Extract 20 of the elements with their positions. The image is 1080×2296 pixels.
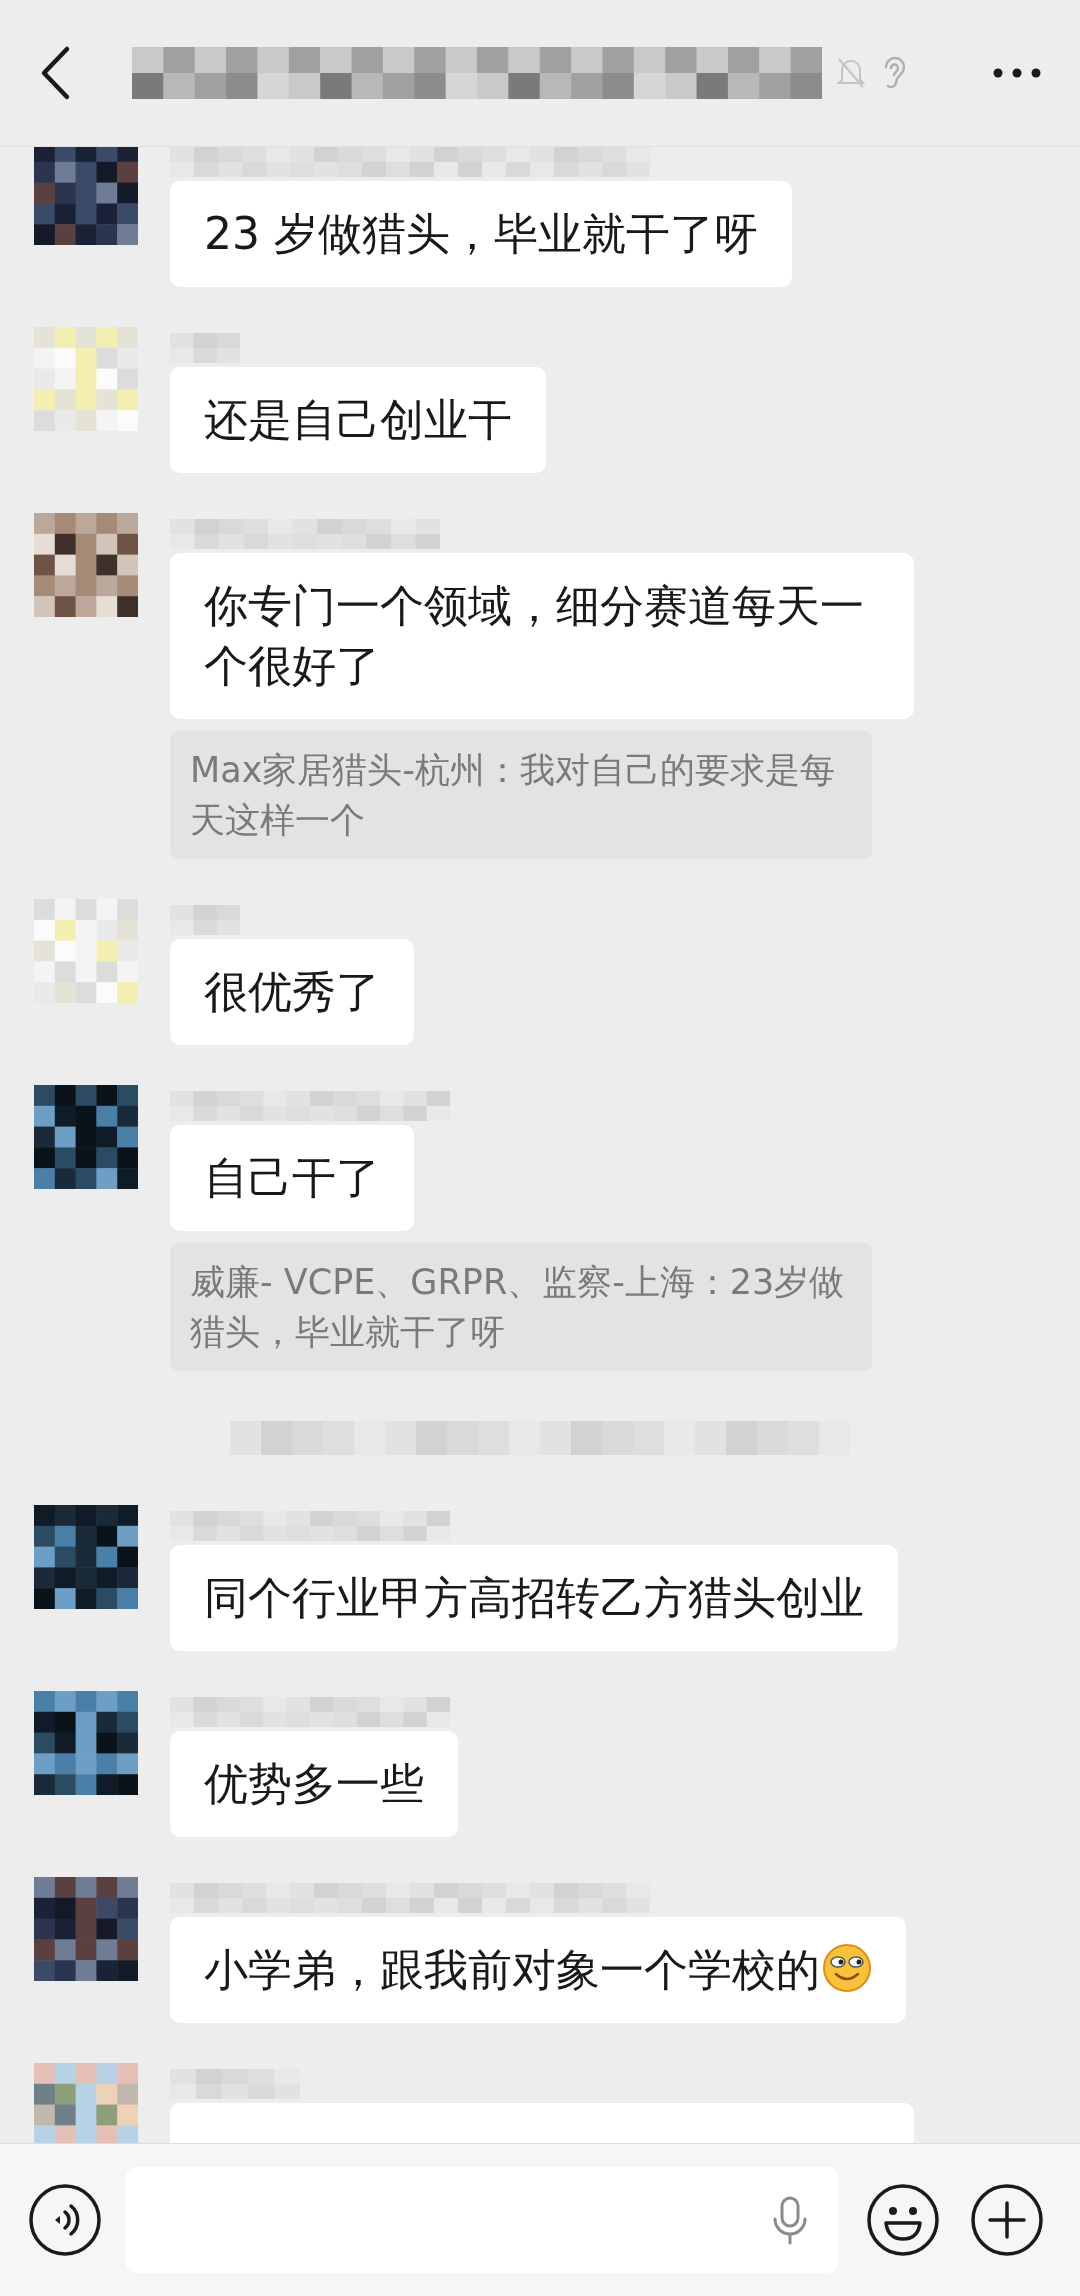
blurred-name-drawing — [170, 333, 240, 363]
mute-bell-icon — [836, 56, 866, 90]
message-bubble[interactable]: 你专门一个领域，细分赛道每天一个很好了 — [170, 553, 914, 719]
message-bubble[interactable]: 23 岁做猎头，毕业就干了呀 — [170, 181, 792, 287]
plus-icon — [970, 2183, 1044, 2257]
more-button[interactable] — [992, 67, 1042, 79]
message-bubble[interactable]: 同个行业甲方高招转乙方猎头创业 — [170, 1545, 898, 1651]
message-bubble[interactable]: 优势多一些 — [170, 1731, 458, 1837]
message-bubble[interactable]: 还是自己创业干 — [170, 367, 546, 473]
voice-button[interactable] — [28, 2183, 102, 2257]
more-icon — [992, 67, 1042, 79]
blurred-name-drawing — [170, 905, 240, 935]
emoji-button[interactable] — [866, 2183, 940, 2257]
message-bubble[interactable]: 小学弟，跟我前对象一个学校的 — [170, 1917, 906, 2023]
voice-icon — [28, 2183, 102, 2257]
add-button[interactable] — [970, 2183, 1044, 2257]
message-bubble[interactable]: 自己干了 — [170, 1125, 414, 1231]
smiley-icon — [866, 2183, 940, 2257]
message-input[interactable] — [126, 2167, 838, 2273]
message-bubble[interactable]: 很优秀了 — [170, 939, 414, 1045]
